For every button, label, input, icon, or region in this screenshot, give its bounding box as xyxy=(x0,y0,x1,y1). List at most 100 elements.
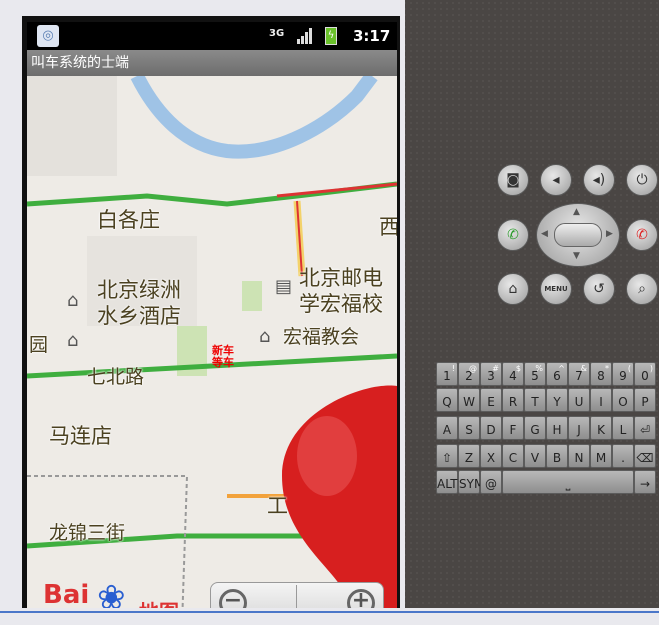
call-icon: ✆ xyxy=(507,227,519,243)
key-w[interactable]: W xyxy=(458,388,480,412)
volume-down-button[interactable]: ◂ xyxy=(540,164,572,196)
key-e-label: E xyxy=(487,395,495,409)
dpad-up-icon[interactable]: ▲ xyxy=(573,207,580,217)
key-6[interactable]: 6 ^ xyxy=(546,362,568,386)
key-r[interactable]: R xyxy=(502,388,524,412)
key-5[interactable]: 5% xyxy=(524,362,546,386)
key-j[interactable]: J xyxy=(568,416,590,440)
key-t[interactable]: T xyxy=(524,388,546,412)
school-poi-icon: ▤ xyxy=(275,276,293,297)
key-9-alt-label: ( xyxy=(627,364,631,373)
volume-up-icon: ◂) xyxy=(592,172,606,188)
power-button[interactable]: ⏻ xyxy=(626,164,658,196)
key-tab[interactable]: → xyxy=(634,470,656,494)
key-v-label: V xyxy=(530,451,540,465)
key-n[interactable]: N xyxy=(568,444,590,468)
key-f-label: F xyxy=(509,423,517,437)
key-u[interactable]: U xyxy=(568,388,590,412)
key-e[interactable]: E xyxy=(480,388,502,412)
key-3[interactable]: 3 # xyxy=(480,362,502,386)
key-enter[interactable]: ⏎ xyxy=(634,416,656,440)
search-button[interactable]: ⌕ xyxy=(626,273,658,305)
key-q[interactable]: Q xyxy=(436,388,458,412)
key-a-label: A xyxy=(442,423,452,437)
key-k[interactable]: K xyxy=(590,416,612,440)
key-s[interactable]: S xyxy=(458,416,480,440)
map-label-gong: 工 xyxy=(267,494,288,518)
key-delete[interactable]: ⌫ xyxy=(634,444,656,468)
building-poi-icon: ⌂ xyxy=(67,330,79,351)
camera-button[interactable]: ◙ xyxy=(497,164,529,196)
call-button[interactable]: ✆ xyxy=(497,219,529,251)
dpad-center-button[interactable] xyxy=(554,223,602,247)
key-space-label: ⎵ xyxy=(565,477,571,491)
key-c[interactable]: C xyxy=(502,444,524,468)
dpad[interactable]: ▲ ▼ ◀ ▶ xyxy=(536,203,620,267)
dpad-left-icon[interactable]: ◀ xyxy=(541,229,548,239)
key-j-label: J xyxy=(577,423,581,437)
key-alt-label: ALT xyxy=(437,477,458,491)
key-g[interactable]: G xyxy=(524,416,546,440)
key-n-label: N xyxy=(574,451,584,465)
map-view[interactable]: 白各庄 北京绿洲 水乡酒店 北京邮电 学宏福校 宏福教会 园 七北路 马连店 西… xyxy=(27,76,397,625)
emulator-bottom-line xyxy=(0,611,659,613)
key-0[interactable]: 0) xyxy=(634,362,656,386)
key-z[interactable]: Z xyxy=(458,444,480,468)
key-2-alt-label: @ xyxy=(469,364,477,373)
key-4-alt-label: $ xyxy=(515,364,521,373)
end-call-icon: ✆ xyxy=(636,227,648,243)
key-y[interactable]: Y xyxy=(546,388,568,412)
key-h[interactable]: H xyxy=(546,416,568,440)
key-m[interactable]: M xyxy=(590,444,612,468)
key-q-label: Q xyxy=(442,395,452,409)
key-b[interactable]: B xyxy=(546,444,568,468)
key-b-label: B xyxy=(552,451,562,465)
map-label-baigezhuang: 白各庄 xyxy=(97,208,160,232)
key-l[interactable]: L xyxy=(612,416,634,440)
key-9[interactable]: 9( xyxy=(612,362,634,386)
key-u-label: U xyxy=(574,395,584,409)
key-o[interactable]: O xyxy=(612,388,634,412)
key-5-alt-label: % xyxy=(535,364,543,373)
home-button[interactable]: ⌂ xyxy=(497,273,529,305)
key-x[interactable]: X xyxy=(480,444,502,468)
key-delete-label: ⌫ xyxy=(636,451,654,465)
key-alt[interactable]: ALT xyxy=(436,470,458,494)
key-a[interactable]: A xyxy=(436,416,458,440)
taxi-marker-line2: 等车 xyxy=(212,356,234,369)
hotel-poi-icon: ⌂ xyxy=(67,290,79,311)
key-i[interactable]: I xyxy=(590,388,612,412)
key-8[interactable]: 8 * xyxy=(590,362,612,386)
back-button[interactable]: ↺ xyxy=(583,273,615,305)
dpad-down-icon[interactable]: ▼ xyxy=(573,251,580,261)
key-4[interactable]: 4 $ xyxy=(502,362,524,386)
end-call-button[interactable]: ✆ xyxy=(626,219,658,251)
key-y-label: Y xyxy=(553,395,561,409)
key-v[interactable]: V xyxy=(524,444,546,468)
key-7[interactable]: 7 & xyxy=(568,362,590,386)
key-d[interactable]: D xyxy=(480,416,502,440)
app-title-bar: 叫车系统的士端 xyxy=(27,50,397,76)
key-i-label: I xyxy=(599,395,603,409)
key-shift[interactable]: ⇧ xyxy=(436,444,458,468)
key-space[interactable]: ⎵ xyxy=(502,470,634,494)
map-label-hongfu-church: 宏福教会 xyxy=(283,326,360,348)
key-f[interactable]: F xyxy=(502,416,524,440)
key-period[interactable]: . xyxy=(612,444,634,468)
back-icon: ↺ xyxy=(593,281,605,297)
key-1[interactable]: 1! xyxy=(436,362,458,386)
key-c-label: C xyxy=(508,451,518,465)
key-2[interactable]: 2 @ xyxy=(458,362,480,386)
key-z-label: Z xyxy=(464,451,474,465)
menu-button[interactable]: MENU xyxy=(540,273,572,305)
dpad-right-icon[interactable]: ▶ xyxy=(606,229,613,239)
key-l-label: L xyxy=(619,423,627,437)
key-shift-label: ⇧ xyxy=(441,451,453,465)
key-p[interactable]: P xyxy=(634,388,656,412)
key-sym[interactable]: SYM xyxy=(458,470,484,494)
notification-app-icon: ◎ xyxy=(37,25,59,47)
volume-up-button[interactable]: ◂) xyxy=(583,164,615,196)
taxi-marker-label[interactable]: 新车 等车 xyxy=(212,345,234,369)
camera-icon: ◙ xyxy=(506,172,520,188)
key-at[interactable]: @ xyxy=(480,470,502,494)
